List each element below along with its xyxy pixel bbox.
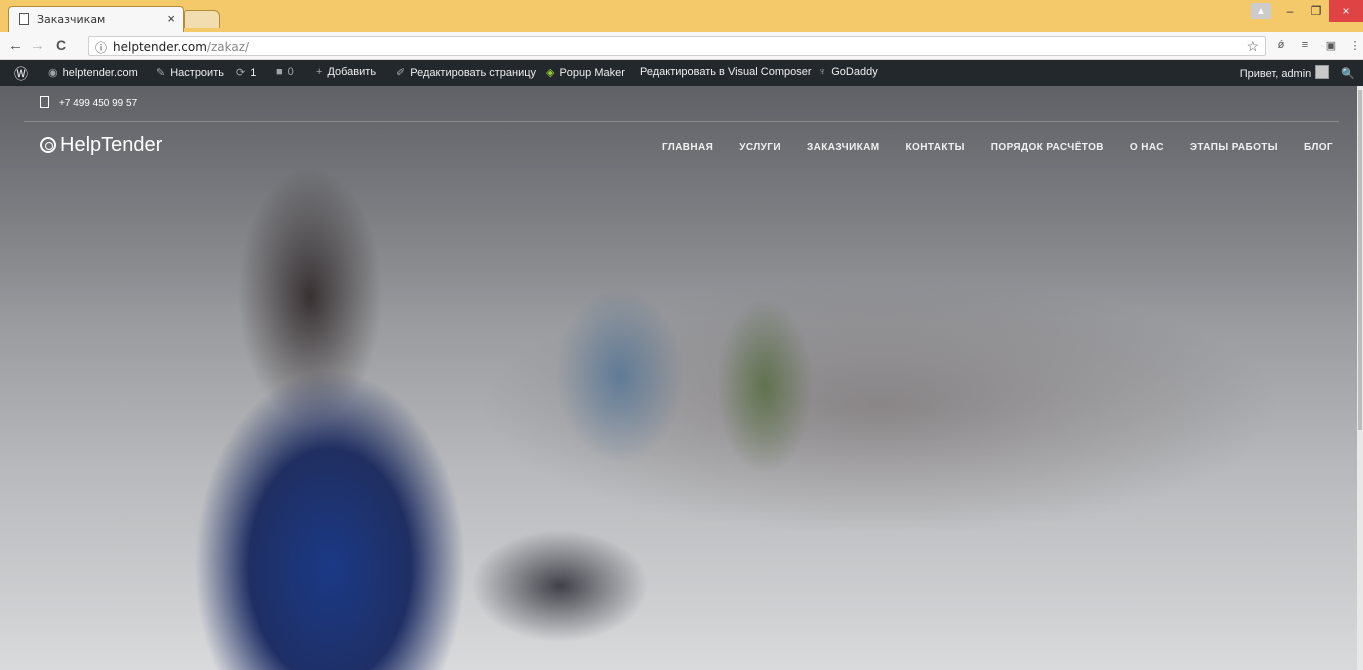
- site-info-icon[interactable]: ⓘ: [95, 39, 107, 56]
- plus-icon: +: [316, 66, 323, 78]
- pencil-icon: ✐: [396, 67, 406, 79]
- nav-home[interactable]: ГЛАВНАЯ: [662, 142, 713, 153]
- nav-about[interactable]: О НАС: [1130, 142, 1164, 153]
- main-navigation: ГЛАВНАЯ УСЛУГИ ЗАКАЗЧИКАМ КОНТАКТЫ ПОРЯД…: [636, 142, 1333, 153]
- site-name-label: helptender.com: [62, 67, 138, 79]
- customize-label: Настроить: [170, 67, 224, 79]
- page-icon: [19, 13, 29, 25]
- updates-count: 1: [250, 67, 257, 79]
- site-name-link[interactable]: ◉ helptender.com: [48, 66, 138, 79]
- wordpress-logo-icon[interactable]: Ⓦ: [14, 64, 28, 84]
- greeting-label: Привет, admin: [1239, 68, 1312, 80]
- back-button[interactable]: ←: [8, 37, 23, 54]
- add-new-link[interactable]: + Добавить: [316, 66, 376, 78]
- url-text: helptender.com/zakaz/: [113, 40, 249, 54]
- nav-blog[interactable]: БЛОГ: [1304, 142, 1333, 153]
- wp-admin-bar: Ⓦ ◉ helptender.com ✎ Настроить ⟳ 1 ■ 0 + Доба…: [0, 60, 1363, 86]
- customize-link[interactable]: ✎ Настроить: [156, 66, 224, 79]
- url-host: helptender.com: [113, 40, 207, 54]
- site-logo[interactable]: HelpTender: [40, 134, 162, 157]
- account-menu[interactable]: Привет, admin 🔍: [1240, 65, 1355, 80]
- avatar: [1315, 65, 1330, 79]
- new-tab-button[interactable]: [184, 10, 220, 28]
- updates-icon: ⟳: [236, 67, 246, 79]
- godaddy-label: GoDaddy: [831, 66, 878, 78]
- nav-customers[interactable]: ЗАКАЗЧИКАМ: [807, 142, 880, 153]
- nav-work-stages[interactable]: ЭТАПЫ РАБОТЫ: [1190, 142, 1278, 153]
- logo-text: HelpTender: [60, 134, 163, 156]
- extension-icon-1[interactable]: ǿ: [1274, 39, 1288, 53]
- godaddy-link[interactable]: ♆ GoDaddy: [818, 66, 878, 78]
- address-bar[interactable]: ⓘ helptender.com/zakaz/ ☆: [88, 36, 1266, 56]
- popup-maker-icon: ◈: [546, 67, 555, 79]
- restore-button[interactable]: ❐: [1303, 0, 1329, 22]
- godaddy-icon: ♆: [818, 66, 827, 78]
- phone-number[interactable]: +7 499 450 99 57: [59, 98, 137, 109]
- hero-section: +7 499 450 99 57 HelpTender ГЛАВНАЯ УСЛУ…: [0, 86, 1363, 670]
- browser-toolbar: ← → C ⓘ helptender.com/zakaz/ ☆ ǿ ≡ ▣ ⋮: [0, 32, 1363, 60]
- comments-link[interactable]: ■ 0: [276, 66, 294, 78]
- extension-icon-3[interactable]: ▣: [1324, 39, 1338, 53]
- edit-page-label: Редактировать страницу: [410, 67, 537, 79]
- comments-count: 0: [287, 66, 294, 78]
- scrollbar-thumb[interactable]: [1358, 90, 1362, 430]
- tab-close-icon[interactable]: ×: [167, 11, 175, 26]
- popup-maker-label: Popup Maker: [559, 67, 625, 79]
- hero-overlay: [0, 86, 1363, 670]
- extension-icon-2[interactable]: ≡: [1298, 39, 1312, 53]
- add-new-label: Добавить: [327, 66, 377, 78]
- close-window-button[interactable]: ×: [1329, 0, 1363, 22]
- brush-icon: ✎: [156, 67, 166, 79]
- edit-page-link[interactable]: ✐ Редактировать страницу: [396, 66, 536, 79]
- nav-services[interactable]: УСЛУГИ: [739, 142, 781, 153]
- header-divider: [24, 121, 1339, 122]
- minimize-button[interactable]: –: [1277, 0, 1303, 22]
- url-path: /zakaz/: [206, 40, 250, 54]
- tab-title: Заказчикам: [37, 13, 106, 26]
- menu-icon[interactable]: ⋮: [1348, 39, 1362, 53]
- search-icon[interactable]: 🔍: [1341, 68, 1355, 80]
- visual-composer-link[interactable]: Редактировать в Visual Composer: [640, 66, 812, 78]
- updates-link[interactable]: ⟳ 1: [236, 66, 256, 79]
- popup-maker-link[interactable]: ◈ Popup Maker: [546, 66, 625, 79]
- comment-icon: ■: [276, 66, 283, 78]
- reload-button[interactable]: C: [56, 37, 66, 53]
- browser-tab[interactable]: Заказчикам ×: [8, 6, 184, 32]
- forward-button[interactable]: →: [30, 37, 45, 54]
- phone-row: +7 499 450 99 57: [40, 96, 137, 109]
- bookmark-star-icon[interactable]: ☆: [1246, 38, 1259, 55]
- nav-payment-order[interactable]: ПОРЯДОК РАСЧЁТОВ: [991, 142, 1104, 153]
- window-controls: ▲ – ❐ ×: [1251, 0, 1363, 22]
- dashboard-icon: ◉: [48, 67, 58, 79]
- phone-icon: [40, 96, 49, 108]
- profile-icon[interactable]: ▲: [1251, 3, 1271, 19]
- browser-tab-strip: Заказчикам × ▲ – ❐ ×: [0, 0, 1363, 32]
- nav-contacts[interactable]: КОНТАКТЫ: [906, 142, 965, 153]
- logo-ring-icon: [40, 137, 56, 153]
- page-scrollbar[interactable]: [1357, 86, 1363, 670]
